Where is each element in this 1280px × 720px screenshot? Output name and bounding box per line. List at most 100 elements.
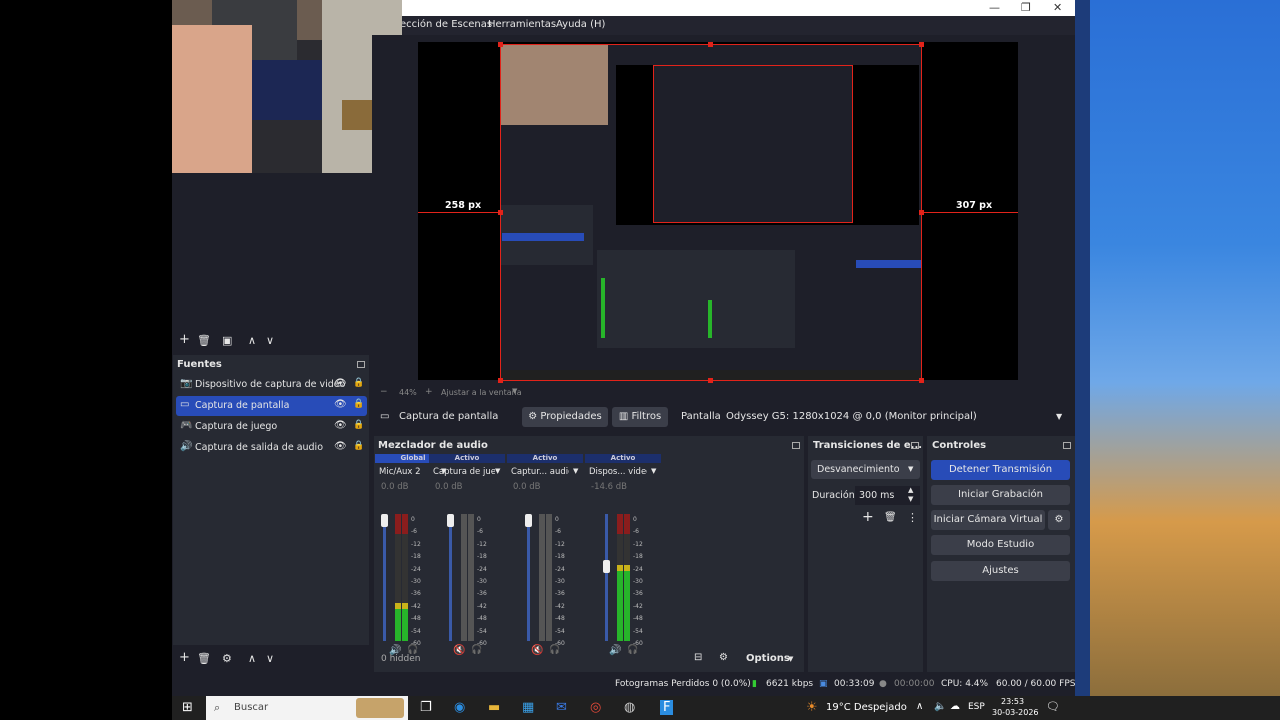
menu-scene-collection[interactable]: ección de Escenas	[400, 19, 492, 30]
display-select[interactable]: Odyssey G5: 1280x1024 @ 0,0 (Monitor pri…	[720, 407, 1068, 427]
language-indicator[interactable]: ESP	[968, 702, 985, 712]
maximize-button[interactable]: ❐	[1021, 1, 1031, 14]
transition-menu-icon[interactable]: ⋮	[907, 511, 918, 524]
app-icon[interactable]: F	[660, 700, 674, 715]
stop-streaming-button[interactable]: Detener Transmisión	[931, 460, 1070, 480]
resize-handle[interactable]	[919, 378, 924, 383]
start-recording-button[interactable]: Iniciar Grabación	[931, 485, 1070, 505]
volume-slider-knob[interactable]	[603, 560, 610, 573]
eye-icon[interactable]: 👁	[334, 378, 347, 389]
speaker-icon[interactable]: 🔈	[934, 701, 946, 712]
resize-handle[interactable]	[919, 42, 924, 47]
source-item[interactable]: 🎮 Captura de juego 👁 🔒	[176, 417, 367, 437]
studio-mode-button[interactable]: Modo Estudio	[931, 535, 1070, 555]
remove-transition-button[interactable]: 🗑	[884, 512, 897, 523]
lock-icon[interactable]: 🔒	[353, 441, 364, 451]
headphones-icon[interactable]: 🎧	[627, 645, 638, 655]
lock-icon[interactable]: 🔒	[353, 378, 364, 388]
resize-handle[interactable]	[919, 210, 924, 215]
volume-slider-knob[interactable]	[381, 514, 388, 527]
volume-slider-track[interactable]	[605, 514, 608, 641]
transition-select[interactable]: Desvanecimiento ▼	[811, 460, 920, 479]
eye-icon[interactable]: 👁	[334, 420, 347, 431]
zoom-in-button[interactable]: +	[425, 387, 433, 397]
volume-slider-track[interactable]	[383, 514, 386, 641]
screen-capture-source[interactable]	[500, 44, 922, 381]
advanced-audio-icon[interactable]: ⚙	[719, 652, 728, 663]
properties-button[interactable]: ⚙ Propiedades	[522, 407, 608, 427]
resize-handle[interactable]	[498, 210, 503, 215]
filters-button[interactable]: ▥ Filtros	[612, 407, 668, 427]
minimize-button[interactable]: —	[989, 1, 1000, 14]
taskbar-search[interactable]: ⌕ Buscar	[206, 696, 408, 720]
duration-input[interactable]: 300 ms ▲ ▼	[855, 486, 920, 505]
undock-icon[interactable]	[1063, 442, 1071, 449]
fit-window-label[interactable]: Ajustar a la ventana	[441, 388, 522, 397]
chevron-down-icon[interactable]: ▼	[788, 655, 793, 663]
chevron-up-icon[interactable]: ▲	[908, 486, 913, 494]
muted-icon[interactable]: 🔇	[531, 645, 543, 656]
weather-text[interactable]: 19°C Despejado	[826, 702, 907, 713]
chevron-down-icon[interactable]: ▼	[651, 467, 656, 475]
muted-icon[interactable]: 🔇	[453, 645, 465, 656]
remove-scene-button[interactable]: 🗑	[197, 334, 211, 347]
lock-icon[interactable]: 🔒	[353, 399, 364, 409]
volume-slider-track[interactable]	[449, 514, 452, 641]
chevron-up-icon[interactable]: ∧	[916, 701, 923, 712]
lock-icon[interactable]: 🔒	[353, 420, 364, 430]
obs-icon[interactable]: ◍	[624, 700, 635, 715]
windows-start-icon[interactable]: ⊞	[182, 700, 193, 715]
volume-slider-track[interactable]	[527, 514, 530, 641]
resize-handle[interactable]	[708, 378, 713, 383]
settings-button[interactable]: Ajustes	[931, 561, 1070, 581]
move-scene-down-button[interactable]: ∨	[266, 334, 274, 347]
resize-handle[interactable]	[498, 378, 503, 383]
move-scene-up-button[interactable]: ∧	[248, 334, 256, 347]
start-virtual-camera-button[interactable]: Iniciar Cámara Virtual	[931, 510, 1045, 530]
clock-time[interactable]: 23:53	[1001, 697, 1024, 706]
menu-help[interactable]: Ayuda (H)	[556, 19, 605, 30]
source-settings-button[interactable]: ⚙	[222, 652, 232, 665]
move-source-up-button[interactable]: ∧	[248, 652, 256, 665]
source-item[interactable]: 📷 Dispositivo de captura de video 👁 🔒	[176, 375, 367, 395]
add-scene-button[interactable]: +	[179, 332, 190, 347]
volume-slider-knob[interactable]	[447, 514, 454, 527]
remove-source-button[interactable]: 🗑	[197, 652, 211, 665]
chevron-down-icon[interactable]: ▼	[908, 495, 913, 503]
clock-date[interactable]: 30-03-2026	[992, 708, 1039, 717]
chrome-icon[interactable]: ◎	[590, 700, 601, 715]
eye-icon[interactable]: 👁	[334, 441, 347, 452]
chevron-down-icon[interactable]: ▼	[495, 467, 500, 475]
edge-icon[interactable]: ◉	[454, 700, 465, 715]
chevron-down-icon[interactable]: ▼	[512, 387, 517, 395]
source-item-selected[interactable]: ▭ Captura de pantalla 👁 🔒	[176, 396, 367, 416]
headphones-icon[interactable]: 🎧	[471, 645, 482, 655]
source-item[interactable]: 🔊 Captura de salida de audio 👁 🔒	[176, 438, 367, 458]
file-explorer-icon[interactable]: ▬	[488, 700, 500, 715]
volume-slider-knob[interactable]	[525, 514, 532, 527]
mixer-options-button[interactable]: Options	[746, 653, 790, 664]
menu-tools[interactable]: Herramientas	[488, 19, 556, 30]
chevron-down-icon[interactable]: ▼	[573, 467, 578, 475]
add-transition-button[interactable]: +	[862, 509, 874, 525]
close-button[interactable]: ✕	[1053, 1, 1062, 14]
eye-icon[interactable]: 👁	[334, 399, 347, 410]
virtual-camera-settings-icon[interactable]: ⚙	[1048, 510, 1070, 530]
resize-handle[interactable]	[708, 42, 713, 47]
volume-icon[interactable]: 🔊	[609, 645, 621, 656]
undock-icon[interactable]	[357, 361, 365, 368]
zoom-out-button[interactable]: −	[380, 387, 388, 397]
task-view-icon[interactable]: ❐	[420, 700, 432, 715]
undock-icon[interactable]	[911, 442, 919, 449]
notifications-icon[interactable]: 🗨	[1046, 700, 1060, 713]
add-source-button[interactable]: +	[179, 650, 190, 665]
resize-handle[interactable]	[498, 42, 503, 47]
move-source-down-button[interactable]: ∨	[266, 652, 274, 665]
store-icon[interactable]: ▦	[522, 700, 534, 715]
mail-icon[interactable]: ✉	[556, 700, 567, 715]
scene-filters-button[interactable]: ▣	[222, 334, 232, 347]
layout-icon[interactable]: ⊟	[694, 652, 702, 663]
cloud-icon[interactable]: ☁	[950, 701, 960, 712]
headphones-icon[interactable]: 🎧	[549, 645, 560, 655]
undock-icon[interactable]	[792, 442, 800, 449]
